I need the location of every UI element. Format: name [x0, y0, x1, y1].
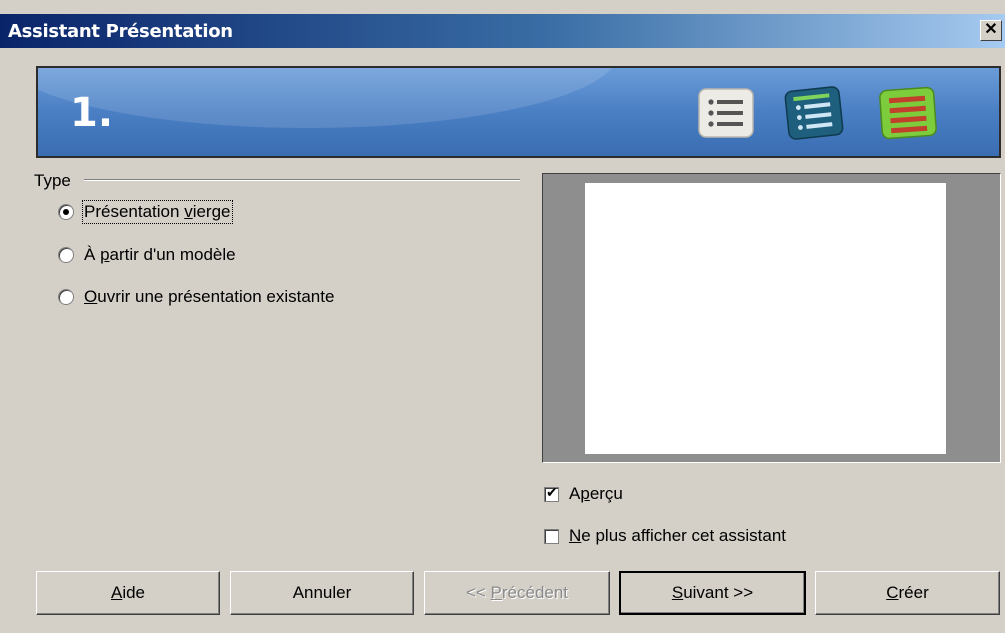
help-button-label: Aide — [110, 583, 146, 602]
type-group-divider — [84, 179, 520, 181]
close-button[interactable]: ✕ — [980, 20, 1002, 41]
back-button[interactable]: << Précédent — [424, 571, 610, 615]
back-button-label: << Précédent — [465, 583, 569, 602]
banner-sheen — [38, 68, 618, 128]
next-button[interactable]: Suivant >> — [619, 571, 806, 615]
radio-button[interactable] — [58, 289, 74, 305]
help-button[interactable]: Aide — [36, 571, 220, 615]
list-green-icon — [879, 86, 937, 140]
cancel-button-label: Annuler — [292, 583, 352, 602]
radio-open-existing[interactable]: Ouvrir une présentation existante — [58, 287, 334, 307]
preview-slide — [585, 183, 946, 454]
title-bar: Assistant Présentation ✕ — [0, 14, 1005, 48]
radio-label: À partir d'un modèle — [84, 245, 236, 264]
checkbox[interactable] — [544, 528, 559, 544]
create-button-label: Créer — [886, 583, 929, 602]
preview-pane — [542, 173, 1001, 463]
checkbox[interactable] — [544, 485, 559, 502]
window-title: Assistant Présentation — [8, 21, 233, 42]
radio-blank-presentation[interactable]: Présentation vierge — [58, 200, 233, 224]
wizard-banner: 1. — [36, 66, 1001, 158]
radio-from-template[interactable]: À partir d'un modèle — [58, 245, 236, 265]
radio-label: Ouvrir une présentation existante — [84, 287, 335, 306]
radio-button[interactable] — [58, 247, 74, 263]
list-icon — [698, 88, 754, 138]
create-button[interactable]: Créer — [815, 571, 1000, 615]
list-blue-icon — [784, 86, 844, 140]
checkbox-preview[interactable]: Aperçu — [544, 484, 623, 504]
checkbox-dont-show-again[interactable]: Ne plus afficher cet assistant — [544, 526, 786, 546]
checkbox-label: Aperçu — [569, 484, 623, 503]
radio-button[interactable] — [58, 204, 74, 220]
radio-label: Présentation vierge — [82, 200, 233, 224]
next-button-label: Suivant >> — [671, 583, 754, 602]
step-number: 1. — [70, 90, 114, 136]
type-group-label: Type — [34, 171, 71, 190]
close-icon: ✕ — [984, 21, 998, 38]
cancel-button[interactable]: Annuler — [230, 571, 414, 615]
checkbox-label: Ne plus afficher cet assistant — [569, 526, 787, 545]
